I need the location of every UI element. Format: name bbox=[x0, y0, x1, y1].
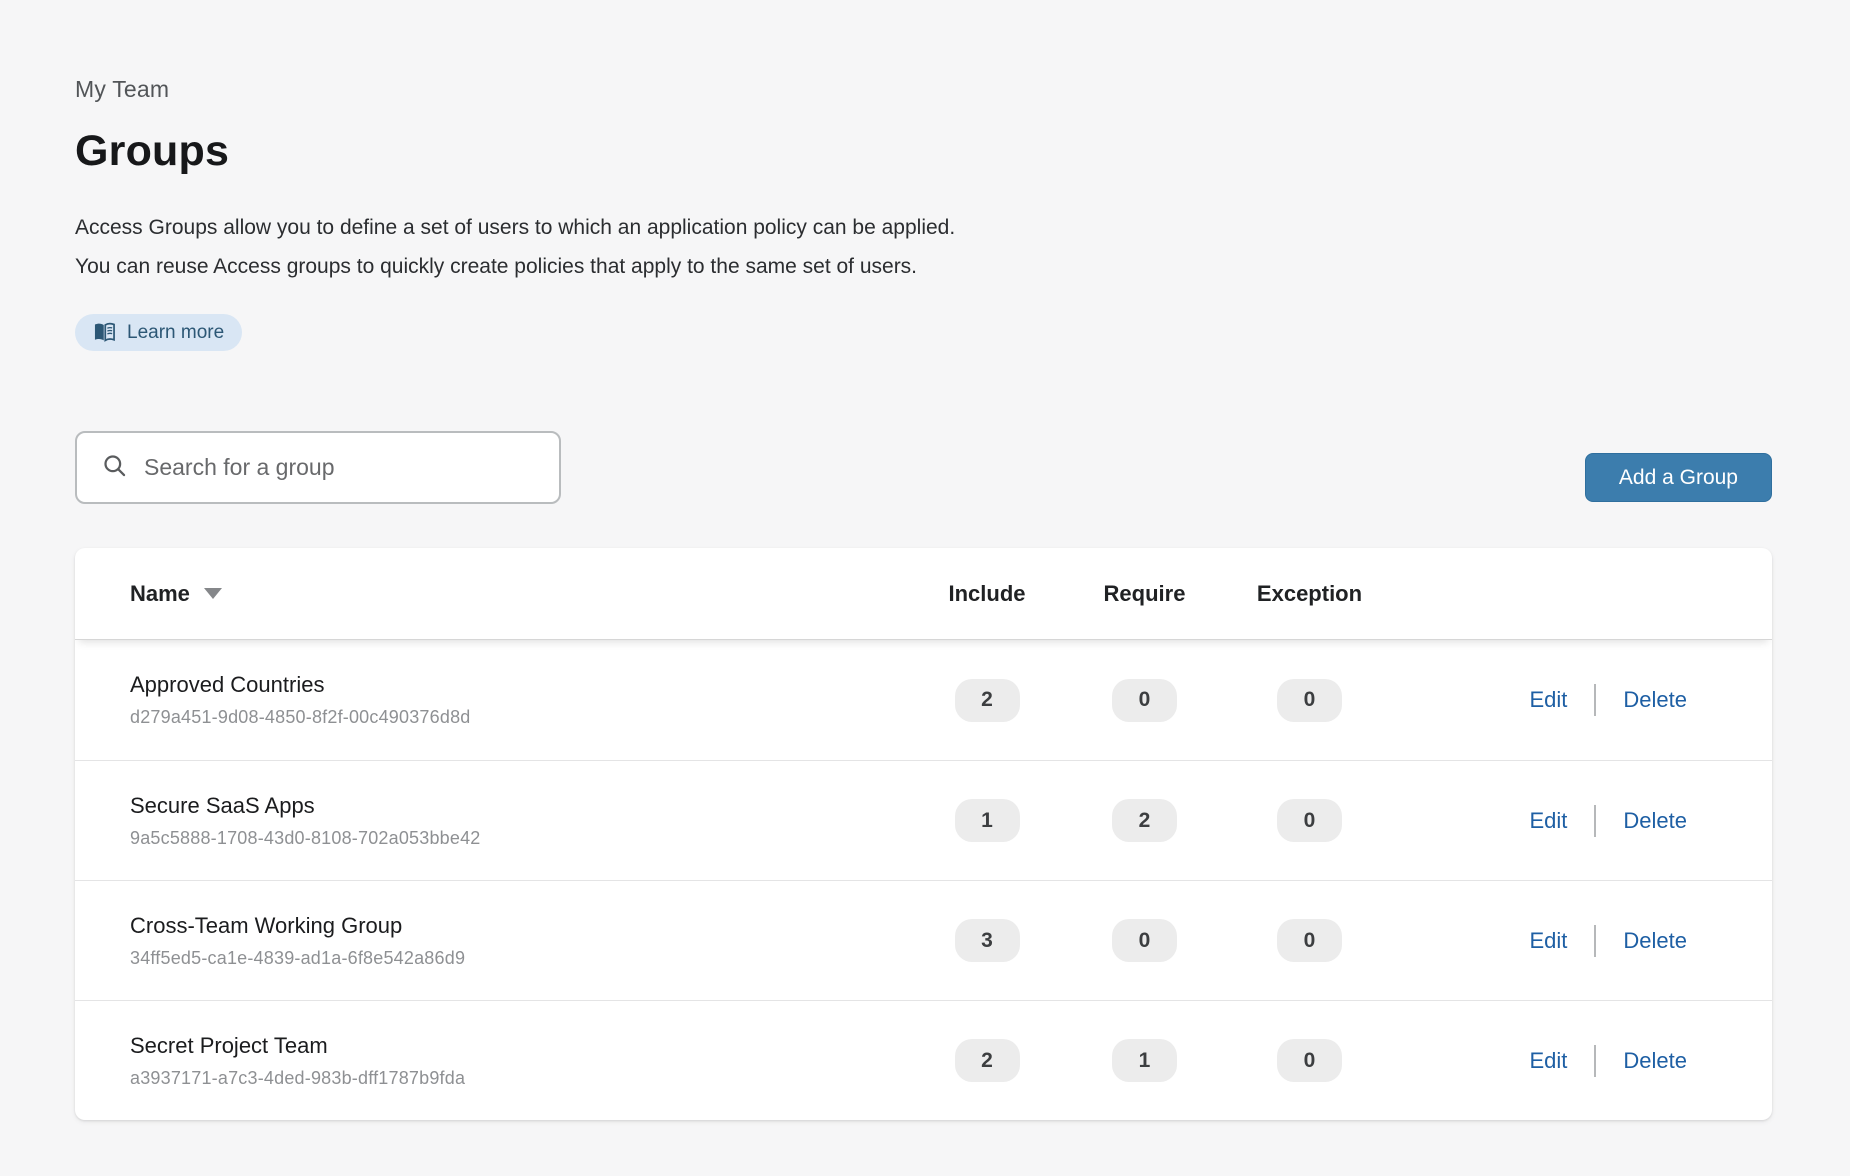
include-count-cell: 3 bbox=[912, 919, 1062, 962]
group-name-cell: Secret Project Team a3937171-a7c3-4ded-9… bbox=[130, 1033, 912, 1089]
require-count-cell: 2 bbox=[1062, 799, 1227, 842]
group-name-cell: Approved Countries d279a451-9d08-4850-8f… bbox=[130, 672, 912, 728]
group-name: Approved Countries bbox=[130, 672, 912, 698]
action-divider bbox=[1594, 925, 1596, 957]
exception-count-cell: 0 bbox=[1227, 1039, 1392, 1082]
groups-page: My Team Groups Access Groups allow you t… bbox=[0, 0, 1850, 1120]
edit-button[interactable]: Edit bbox=[1529, 808, 1567, 834]
description-line-1: Access Groups allow you to define a set … bbox=[75, 208, 1772, 247]
require-count-cell: 1 bbox=[1062, 1039, 1227, 1082]
exception-count-badge: 0 bbox=[1277, 1039, 1342, 1082]
edit-button[interactable]: Edit bbox=[1529, 1048, 1567, 1074]
group-name: Secret Project Team bbox=[130, 1033, 912, 1059]
row-actions: Edit Delete bbox=[1392, 805, 1722, 837]
group-name: Secure SaaS Apps bbox=[130, 793, 912, 819]
require-count-badge: 2 bbox=[1112, 799, 1177, 842]
row-actions: Edit Delete bbox=[1392, 1045, 1722, 1077]
require-count-badge: 1 bbox=[1112, 1039, 1177, 1082]
exception-count-cell: 0 bbox=[1227, 679, 1392, 722]
require-count-badge: 0 bbox=[1112, 679, 1177, 722]
table-row: Approved Countries d279a451-9d08-4850-8f… bbox=[75, 640, 1772, 760]
table-row: Cross-Team Working Group 34ff5ed5-ca1e-4… bbox=[75, 880, 1772, 1000]
name-column-label: Name bbox=[130, 581, 190, 607]
page-title: Groups bbox=[75, 127, 1772, 176]
groups-table: Name Include Require Exception Approved … bbox=[75, 548, 1772, 1120]
exception-count-badge: 0 bbox=[1277, 799, 1342, 842]
learn-more-label: Learn more bbox=[127, 322, 224, 344]
action-divider bbox=[1594, 1045, 1596, 1077]
group-name-cell: Secure SaaS Apps 9a5c5888-1708-43d0-8108… bbox=[130, 793, 912, 849]
delete-button[interactable]: Delete bbox=[1623, 687, 1687, 713]
search-input[interactable] bbox=[144, 454, 535, 481]
add-group-button[interactable]: Add a Group bbox=[1585, 453, 1772, 502]
column-header-include: Include bbox=[912, 581, 1062, 607]
column-header-require: Require bbox=[1062, 581, 1227, 607]
toolbar: Add a Group bbox=[75, 431, 1772, 504]
column-header-name[interactable]: Name bbox=[130, 581, 912, 607]
action-divider bbox=[1594, 684, 1596, 716]
row-actions: Edit Delete bbox=[1392, 925, 1722, 957]
require-count-badge: 0 bbox=[1112, 919, 1177, 962]
group-id: a3937171-a7c3-4ded-983b-dff1787b9fda bbox=[130, 1068, 912, 1089]
group-name-cell: Cross-Team Working Group 34ff5ed5-ca1e-4… bbox=[130, 913, 912, 969]
include-count-cell: 1 bbox=[912, 799, 1062, 842]
breadcrumb: My Team bbox=[75, 76, 1772, 103]
exception-count-badge: 0 bbox=[1277, 919, 1342, 962]
edit-button[interactable]: Edit bbox=[1529, 687, 1567, 713]
table-header-row: Name Include Require Exception bbox=[75, 548, 1772, 640]
row-actions: Edit Delete bbox=[1392, 684, 1722, 716]
page-description: Access Groups allow you to define a set … bbox=[75, 208, 1772, 286]
exception-count-cell: 0 bbox=[1227, 799, 1392, 842]
delete-button[interactable]: Delete bbox=[1623, 1048, 1687, 1074]
include-count-cell: 2 bbox=[912, 1039, 1062, 1082]
require-count-cell: 0 bbox=[1062, 919, 1227, 962]
include-count-cell: 2 bbox=[912, 679, 1062, 722]
group-id: d279a451-9d08-4850-8f2f-00c490376d8d bbox=[130, 707, 912, 728]
require-count-cell: 0 bbox=[1062, 679, 1227, 722]
learn-more-button[interactable]: Learn more bbox=[75, 314, 242, 351]
delete-button[interactable]: Delete bbox=[1623, 928, 1687, 954]
include-count-badge: 2 bbox=[955, 1039, 1020, 1082]
exception-count-badge: 0 bbox=[1277, 679, 1342, 722]
book-icon bbox=[93, 322, 116, 343]
group-id: 34ff5ed5-ca1e-4839-ad1a-6f8e542a86d9 bbox=[130, 948, 912, 969]
column-header-exception: Exception bbox=[1227, 581, 1392, 607]
group-search[interactable] bbox=[75, 431, 561, 504]
include-count-badge: 2 bbox=[955, 679, 1020, 722]
table-row: Secret Project Team a3937171-a7c3-4ded-9… bbox=[75, 1000, 1772, 1120]
edit-button[interactable]: Edit bbox=[1529, 928, 1567, 954]
delete-button[interactable]: Delete bbox=[1623, 808, 1687, 834]
exception-count-cell: 0 bbox=[1227, 919, 1392, 962]
group-name: Cross-Team Working Group bbox=[130, 913, 912, 939]
action-divider bbox=[1594, 805, 1596, 837]
include-count-badge: 1 bbox=[955, 799, 1020, 842]
group-id: 9a5c5888-1708-43d0-8108-702a053bbe42 bbox=[130, 828, 912, 849]
include-count-badge: 3 bbox=[955, 919, 1020, 962]
sort-caret-down-icon bbox=[204, 588, 222, 599]
table-row: Secure SaaS Apps 9a5c5888-1708-43d0-8108… bbox=[75, 760, 1772, 880]
description-line-2: You can reuse Access groups to quickly c… bbox=[75, 247, 1772, 286]
search-icon bbox=[101, 452, 128, 484]
